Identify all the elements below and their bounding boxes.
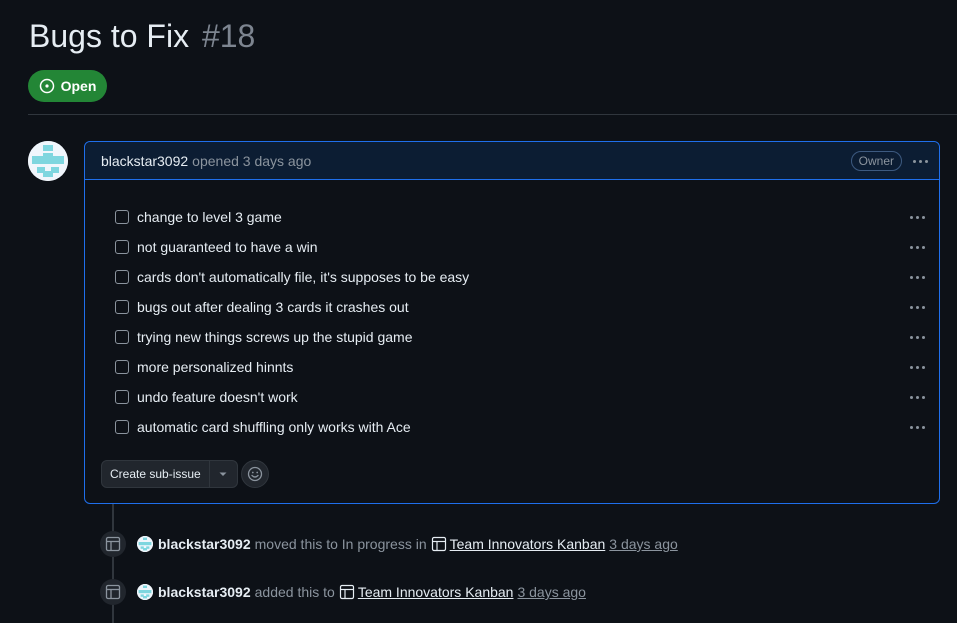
task-checkbox[interactable] bbox=[115, 330, 129, 344]
table-icon bbox=[105, 584, 121, 600]
smiley-icon bbox=[247, 466, 263, 482]
add-reaction-button[interactable] bbox=[241, 460, 269, 488]
project-table-icon bbox=[431, 536, 447, 552]
create-sub-issue-button[interactable]: Create sub-issue bbox=[102, 461, 210, 487]
task-item: undo feature doesn't work bbox=[101, 382, 939, 412]
task-label: change to level 3 game bbox=[137, 209, 282, 225]
task-checkbox[interactable] bbox=[115, 210, 129, 224]
task-checkbox[interactable] bbox=[115, 390, 129, 404]
task-item: not guaranteed to have a win bbox=[101, 232, 939, 262]
header-divider bbox=[28, 114, 957, 115]
create-sub-issue-group: Create sub-issue bbox=[101, 460, 238, 488]
task-label: trying new things screws up the stupid g… bbox=[137, 329, 413, 345]
comment-header: blackstar3092 opened 3 days ago Owner bbox=[85, 142, 939, 180]
event-text: moved this to In progress in bbox=[254, 536, 427, 552]
status-badge-label: Open bbox=[60, 78, 97, 94]
issue-body-comment: blackstar3092 opened 3 days ago Owner ch… bbox=[84, 141, 940, 504]
task-checkbox[interactable] bbox=[115, 240, 129, 254]
task-item: cards don't automatically file, it's sup… bbox=[101, 262, 939, 292]
project-event-icon bbox=[100, 579, 126, 605]
task-label: cards don't automatically file, it's sup… bbox=[137, 269, 470, 285]
event-project-link[interactable]: Team Innovators Kanban bbox=[450, 536, 606, 552]
identicon-icon bbox=[137, 536, 153, 552]
event-timestamp-link[interactable]: 3 days ago bbox=[517, 584, 586, 600]
task-item: bugs out after dealing 3 cards it crashe… bbox=[101, 292, 939, 322]
avatar[interactable] bbox=[137, 536, 153, 552]
event-timestamp-link[interactable]: 3 days ago bbox=[609, 536, 678, 552]
task-label: more personalized hinnts bbox=[137, 359, 294, 375]
task-label: not guaranteed to have a win bbox=[137, 239, 318, 255]
identicon-icon bbox=[137, 584, 153, 600]
comment-author-link[interactable]: blackstar3092 bbox=[101, 153, 188, 169]
avatar[interactable] bbox=[137, 584, 153, 600]
task-item: change to level 3 game bbox=[101, 202, 939, 232]
issue-opened-icon bbox=[39, 78, 54, 94]
task-options-icon[interactable] bbox=[910, 239, 925, 255]
task-list: change to level 3 game not guaranteed to… bbox=[101, 202, 939, 442]
comment-opened-text: opened 3 days ago bbox=[192, 152, 312, 169]
project-table-icon bbox=[339, 584, 355, 600]
identicon-icon bbox=[28, 141, 68, 181]
project-event-icon bbox=[100, 531, 126, 557]
triangle-down-icon bbox=[219, 472, 227, 476]
status-badge: Open bbox=[28, 70, 107, 102]
task-label: undo feature doesn't work bbox=[137, 389, 298, 405]
timeline-event: blackstar3092 added this to Team Innovat… bbox=[100, 577, 586, 607]
event-text: added this to bbox=[254, 584, 335, 600]
task-checkbox[interactable] bbox=[115, 420, 129, 434]
timeline-event: blackstar3092 moved this to In progress … bbox=[100, 529, 678, 559]
create-sub-issue-dropdown[interactable] bbox=[210, 461, 237, 487]
table-icon bbox=[105, 536, 121, 552]
issue-title-text: Bugs to Fix bbox=[29, 18, 190, 54]
issue-title: Bugs to Fix #18 bbox=[29, 18, 255, 55]
task-checkbox[interactable] bbox=[115, 300, 129, 314]
task-label: automatic card shuffling only works with… bbox=[137, 419, 411, 435]
task-options-icon[interactable] bbox=[910, 209, 925, 225]
task-label: bugs out after dealing 3 cards it crashe… bbox=[137, 299, 409, 315]
task-options-icon[interactable] bbox=[910, 359, 925, 375]
task-item: more personalized hinnts bbox=[101, 352, 939, 382]
task-item: automatic card shuffling only works with… bbox=[101, 412, 939, 442]
task-item: trying new things screws up the stupid g… bbox=[101, 322, 939, 352]
task-options-icon[interactable] bbox=[910, 269, 925, 285]
task-checkbox[interactable] bbox=[115, 360, 129, 374]
owner-badge: Owner bbox=[850, 151, 902, 171]
task-options-icon[interactable] bbox=[910, 329, 925, 345]
task-options-icon[interactable] bbox=[910, 419, 925, 435]
issue-number: #18 bbox=[201, 18, 256, 54]
event-actor-link[interactable]: blackstar3092 bbox=[158, 584, 251, 600]
task-options-icon[interactable] bbox=[910, 389, 925, 405]
comment-options-icon[interactable] bbox=[913, 153, 928, 169]
event-project-link[interactable]: Team Innovators Kanban bbox=[358, 584, 514, 600]
event-actor-link[interactable]: blackstar3092 bbox=[158, 536, 251, 552]
avatar[interactable] bbox=[28, 141, 68, 181]
task-checkbox[interactable] bbox=[115, 270, 129, 284]
task-options-icon[interactable] bbox=[910, 299, 925, 315]
